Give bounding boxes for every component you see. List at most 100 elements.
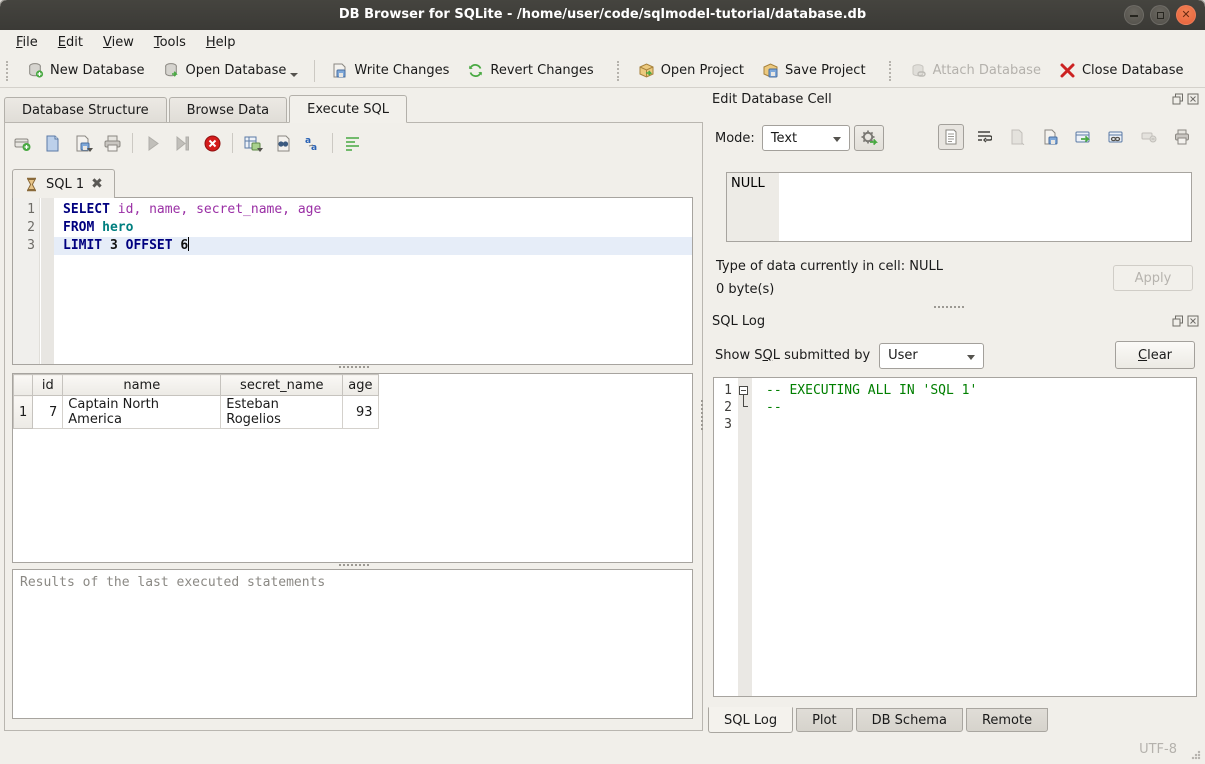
close-button[interactable]: ✕ [1176,5,1196,25]
float-dock-icon[interactable] [1172,315,1184,327]
column-header-name[interactable]: name [63,375,221,396]
copy-link-icon[interactable] [1103,124,1129,150]
splitter-handle[interactable] [339,366,369,371]
toolbar-drag-handle[interactable] [617,61,624,81]
find-replace-icon[interactable] [273,134,292,153]
auto-switch-mode-button[interactable] [854,125,884,151]
apply-button[interactable]: Apply [1113,265,1193,291]
bottom-tab-plot[interactable]: Plot [796,708,853,732]
line-numbers: 123 [13,198,35,255]
bottom-tab-db-schema[interactable]: DB Schema [856,708,963,732]
cell-size-info: 0 byte(s) [716,282,774,297]
print-icon[interactable] [103,134,122,153]
minimize-button[interactable] [1124,5,1144,25]
print-icon[interactable] [1169,124,1195,150]
dock-splitter-handle[interactable] [934,306,964,311]
save-results-dropdown-caret[interactable] [257,148,263,152]
log-line: -- [752,399,1196,416]
mode-combobox[interactable]: Text [762,125,850,151]
save-sql-dropdown-caret[interactable] [87,148,93,152]
execute-all-icon[interactable] [143,134,162,153]
fold-collapse-icon[interactable] [739,386,748,395]
table-row[interactable]: 17Captain North AmericaEsteban Rogelios9… [14,396,379,429]
table-cell[interactable]: 93 [343,396,378,429]
open-database-dropdown-caret[interactable] [290,73,298,77]
save-sql-file-icon[interactable] [73,134,92,153]
new-database-button[interactable]: New Database [18,58,154,83]
results-table-header: idnamesecret_nameage [14,375,379,396]
sql-tab-label: SQL 1 [46,177,84,192]
clear-log-button[interactable]: Clear [1115,341,1195,369]
revert-changes-button[interactable]: Revert Changes [458,58,602,83]
sql-editor-lines: SELECT id, name, secret_name, ageFROM he… [54,198,692,255]
fold-margin [41,198,54,364]
bottom-tab-remote[interactable]: Remote [966,708,1048,732]
column-header-secret_name[interactable]: secret_name [221,375,343,396]
save-project-button[interactable]: Save Project [753,58,875,83]
sql-log-filter-combobox[interactable]: User [879,343,984,369]
sql-editor[interactable]: 123 SELECT id, name, secret_name, ageFRO… [12,197,693,365]
menu-tools[interactable]: Tools [144,32,196,53]
line-number: 3 [13,237,35,255]
cell-value-editor[interactable]: NULL [726,172,1192,242]
row-number-cell[interactable]: 1 [14,396,33,429]
close-tab-icon[interactable]: ✖ [91,176,103,192]
close-dock-icon[interactable] [1187,315,1199,327]
stop-icon[interactable] [203,134,222,153]
sql-log-editor[interactable]: 123 -- EXECUTING ALL IN 'SQL 1'-- [713,377,1197,697]
open-in-external-icon[interactable] [1070,124,1096,150]
export-to-file-icon[interactable] [1037,124,1063,150]
set-null-icon[interactable] [1136,124,1162,150]
column-header-id[interactable]: id [33,375,63,396]
word-wrap-icon[interactable] [343,134,362,153]
maximize-button[interactable] [1150,5,1170,25]
toolbar-separator [332,133,333,153]
tab-browse-data[interactable]: Browse Data [169,97,288,122]
combo-arrow-icon [967,355,975,360]
main-tab-bar: Database StructureBrowse DataExecute SQL [4,95,703,123]
tab-database-structure[interactable]: Database Structure [4,97,167,122]
close-database-button[interactable]: Close Database [1050,58,1193,83]
menu-view[interactable]: View [93,32,144,53]
open-project-button[interactable]: Open Project [629,58,753,83]
open-project-icon [638,62,655,79]
toolbar-drag-handle[interactable] [889,61,896,81]
results-table: idnamesecret_nameage 17Captain North Ame… [13,374,379,429]
execute-line-icon[interactable] [173,134,192,153]
open-sql-file-icon[interactable] [43,134,62,153]
import-from-file-icon[interactable] [1004,124,1030,150]
toolbar-separator [132,133,133,153]
write-changes-button[interactable]: Write Changes [322,58,458,83]
sql-document-tab[interactable]: SQL 1 ✖ [12,169,115,198]
close-dock-icon[interactable] [1187,93,1199,105]
column-header-age[interactable]: age [343,375,378,396]
float-dock-icon[interactable] [1172,93,1184,105]
results-table-container: idnamesecret_nameage 17Captain North Ame… [12,373,693,563]
attach-database-button[interactable]: Attach Database [901,58,1050,83]
results-message-pane[interactable]: Results of the last executed statements [12,569,693,719]
bottom-tab-sql-log[interactable]: SQL Log [708,707,793,733]
save-results-icon[interactable] [243,134,262,153]
table-cell[interactable]: 7 [33,396,63,429]
text-mode-icon[interactable] [938,124,964,150]
write-changes-icon [331,62,348,79]
open-database-button[interactable]: Open Database [154,58,308,83]
table-cell[interactable]: Captain North America [63,396,221,429]
toolbar-separator [314,60,315,82]
word-wrap-icon[interactable] [971,124,997,150]
toolbar-drag-handle[interactable] [6,61,13,81]
tab-execute-sql[interactable]: Execute SQL [289,95,407,123]
window-controls: ✕ [1124,5,1196,25]
resize-grip[interactable] [1191,750,1201,760]
toolbar-label: Attach Database [933,63,1041,78]
table-corner-cell [14,375,33,396]
menu-help[interactable]: Help [196,32,246,53]
table-cell[interactable]: Esteban Rogelios [221,396,343,429]
menu-edit[interactable]: Edit [48,32,93,53]
menu-file[interactable]: File [6,32,48,53]
format-sql-icon[interactable]: aa [303,134,322,153]
toolbar-label: New Database [50,63,145,78]
open-tab-icon[interactable] [13,134,32,153]
bottom-tab-bar: SQL LogPlotDB SchemaRemote [708,708,1051,733]
menubar: FileEditViewToolsHelp [0,30,1205,54]
